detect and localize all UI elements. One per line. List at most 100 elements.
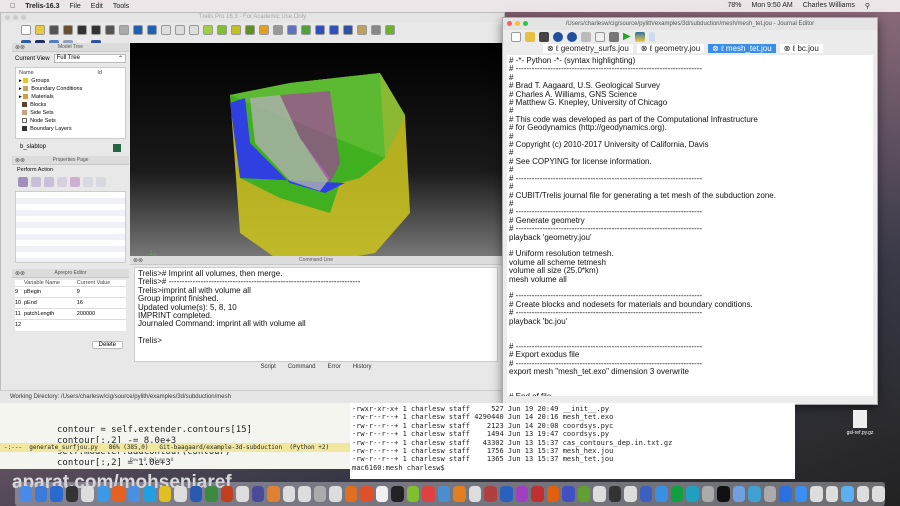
toolbar-icon[interactable]: [21, 24, 31, 35]
toolbar-icon[interactable]: [301, 24, 311, 35]
zoom-button[interactable]: [21, 15, 26, 20]
toolbar-icon[interactable]: [245, 24, 255, 35]
dock-app-icon[interactable]: [50, 486, 63, 502]
tab-geometry[interactable]: ⊗ ℓ geometry.jou: [636, 43, 705, 53]
minimize-button[interactable]: [515, 21, 520, 26]
aprepro-cell[interactable]: 11: [15, 309, 24, 320]
toolbar-icon[interactable]: [175, 24, 185, 35]
toolbar-icon[interactable]: [91, 24, 101, 35]
dock-app-icon[interactable]: [34, 486, 48, 502]
new-file-icon[interactable]: [511, 31, 521, 42]
aprepro-cell[interactable]: 16: [77, 298, 126, 309]
toolbar-icon[interactable]: [77, 24, 87, 35]
dock-app-icon[interactable]: [298, 486, 311, 502]
toolbar-icon[interactable]: [63, 24, 73, 35]
action-icon[interactable]: [44, 177, 54, 187]
dock-app-icon[interactable]: [205, 486, 218, 502]
model-tree[interactable]: Name Id ▸ Groups ▸ Boundary Conditions ▸ …: [15, 67, 126, 139]
menu-file[interactable]: File: [70, 3, 81, 10]
toolbar-icon[interactable]: [315, 24, 325, 35]
dock-app-icon[interactable]: [655, 486, 668, 502]
dock-app-icon[interactable]: [779, 486, 792, 502]
tree-item-boundary-conditions[interactable]: ▸ Boundary Conditions: [19, 85, 122, 93]
dock-app-icon[interactable]: [65, 486, 79, 502]
toolbar-icon[interactable]: [329, 24, 339, 35]
dock-app-icon[interactable]: [267, 486, 280, 502]
toolbar-icon[interactable]: [357, 24, 367, 35]
tree-item-boundary-layers[interactable]: Boundary Layers: [19, 125, 122, 133]
dock-app-icon[interactable]: [748, 486, 761, 502]
action-icon[interactable]: [57, 177, 67, 187]
redo-icon[interactable]: [567, 31, 577, 42]
entity-icon[interactable]: [113, 144, 121, 152]
dock-app-icon[interactable]: [344, 486, 358, 502]
aprepro-table[interactable]: Variable Name Current Value 9 pBegin 9 10 pEn…: [15, 280, 126, 331]
dock-app-icon[interactable]: [531, 486, 544, 502]
toolbar-icon[interactable]: [133, 24, 143, 35]
journal-text-editor[interactable]: # -*- Python -*- (syntax highlighting) #…: [507, 55, 873, 396]
terminal-window[interactable]: -rwxr-xr-x+ 1 charlesw staff 527 Jun 19 …: [350, 403, 795, 479]
open-folder-icon[interactable]: [525, 31, 535, 42]
dock-app-icon[interactable]: [112, 486, 125, 502]
properties-list[interactable]: [15, 191, 126, 263]
tree-item-node-sets[interactable]: Node Sets: [19, 117, 122, 125]
dock-app-icon[interactable]: [391, 486, 404, 502]
aprepro-cell[interactable]: [24, 320, 77, 331]
dock-app-icon[interactable]: [143, 486, 156, 502]
dock-app-icon[interactable]: [856, 486, 870, 502]
dock-app-icon[interactable]: [546, 486, 560, 502]
command-output[interactable]: Trelis># Imprint all volumes, then merge…: [134, 267, 498, 362]
aprepro-cell[interactable]: 12: [15, 320, 24, 331]
aprepro-row[interactable]: 9 pBegin 9: [15, 286, 126, 298]
dock-app-icon[interactable]: [810, 486, 823, 502]
dock-app-icon[interactable]: [282, 486, 296, 502]
dock-app-icon[interactable]: [686, 486, 699, 502]
dock-app-icon[interactable]: [841, 486, 854, 502]
dock-app-icon[interactable]: [375, 486, 389, 502]
dock-app-icon[interactable]: [437, 486, 451, 502]
dock-app-icon[interactable]: [360, 486, 373, 502]
paste-icon[interactable]: [609, 31, 619, 42]
dock-app-icon[interactable]: [96, 486, 110, 502]
dock-app-icon[interactable]: [329, 486, 342, 502]
dock-app-icon[interactable]: [872, 486, 885, 502]
toolbar-icon[interactable]: [343, 24, 353, 35]
dock-app-icon[interactable]: [484, 486, 497, 502]
undo-icon[interactable]: [553, 31, 563, 42]
menu-app[interactable]: Trelis-16.3: [25, 3, 59, 10]
dock-app-icon[interactable]: [593, 486, 606, 502]
tab-script[interactable]: Script: [260, 364, 275, 370]
3d-viewport[interactable]: ⊥ₓ: [130, 43, 502, 268]
dock-app-icon[interactable]: [453, 486, 466, 502]
close-button[interactable]: [507, 21, 512, 26]
dock-app-icon[interactable]: [499, 486, 513, 502]
action-icon[interactable]: [31, 177, 41, 187]
dock-app-icon[interactable]: [515, 486, 529, 502]
dock-app-icon[interactable]: [701, 486, 715, 502]
dock-app-icon[interactable]: [189, 486, 203, 502]
dock-app-icon[interactable]: [717, 486, 730, 502]
tree-item-blocks[interactable]: Blocks: [19, 101, 122, 109]
tab-command[interactable]: Command: [288, 364, 316, 370]
toolbar-icon[interactable]: [35, 24, 45, 35]
tree-item-groups[interactable]: ▸ Groups: [19, 77, 122, 85]
toolbar-icon[interactable]: [371, 24, 381, 35]
action-icon[interactable]: [96, 177, 106, 187]
action-icon[interactable]: [70, 177, 80, 187]
tree-item-side-sets[interactable]: Side Sets: [19, 109, 122, 117]
cut-icon[interactable]: [581, 31, 591, 42]
toolbar-icon[interactable]: [273, 24, 283, 35]
dock-app-icon[interactable]: [624, 486, 637, 502]
python-icon[interactable]: [634, 31, 645, 42]
tab-error[interactable]: Error: [328, 364, 341, 370]
minimize-button[interactable]: [13, 15, 18, 20]
toolbar-icon[interactable]: [385, 24, 395, 35]
user-name[interactable]: Charles Williams: [803, 2, 855, 10]
copy-icon[interactable]: [595, 31, 605, 42]
aprepro-row[interactable]: 11 patchLength 200000: [15, 308, 126, 320]
tab-history[interactable]: History: [353, 364, 372, 370]
action-icon[interactable]: [18, 177, 28, 187]
menu-edit[interactable]: Edit: [91, 3, 103, 10]
tab-mesh-tet[interactable]: ⊗ ℓ mesh_tet.jou: [708, 43, 776, 53]
dock-app-icon[interactable]: [81, 486, 94, 502]
